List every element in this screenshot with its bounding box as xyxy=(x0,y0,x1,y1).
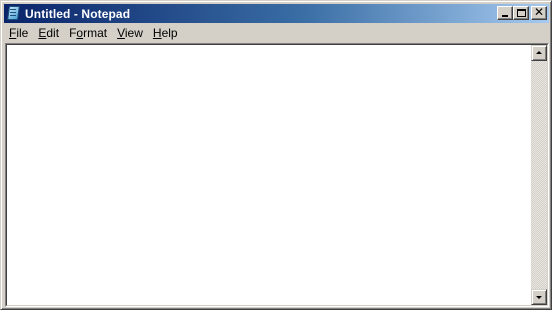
menu-view-rest: iew xyxy=(124,26,143,40)
scroll-down-button[interactable] xyxy=(531,289,547,305)
menu-bar: File Edit Format View Help xyxy=(4,24,549,42)
editor-frame xyxy=(5,43,549,307)
window-title: Untitled - Notepad xyxy=(25,6,131,21)
notepad-window: Untitled - Notepad ✕ File Edit Format Vi… xyxy=(0,0,552,310)
menu-format-rest: rmat xyxy=(83,26,108,40)
menu-view-accel: V xyxy=(117,26,125,40)
text-editor[interactable] xyxy=(7,45,531,305)
window-controls: ✕ xyxy=(497,6,547,20)
arrow-up-icon xyxy=(536,51,542,54)
menu-help[interactable]: Help xyxy=(148,24,183,42)
maximize-icon xyxy=(517,9,526,17)
notepad-icon[interactable] xyxy=(6,6,21,21)
minimize-icon xyxy=(502,15,508,17)
arrow-down-icon xyxy=(536,296,542,299)
vertical-scrollbar[interactable] xyxy=(531,45,547,305)
menu-view[interactable]: View xyxy=(112,24,148,42)
maximize-button[interactable] xyxy=(513,6,529,20)
title-bar[interactable]: Untitled - Notepad ✕ xyxy=(4,4,549,23)
scroll-up-button[interactable] xyxy=(531,45,547,61)
menu-file[interactable]: File xyxy=(4,24,33,42)
menu-edit-rest: dit xyxy=(46,26,60,40)
menu-help-rest: elp xyxy=(161,26,178,40)
notepad-icon-lines xyxy=(10,9,16,10)
menu-format[interactable]: Format xyxy=(64,24,112,42)
close-button[interactable]: ✕ xyxy=(531,6,547,20)
minimize-button[interactable] xyxy=(497,6,513,20)
menu-edit[interactable]: Edit xyxy=(33,24,64,42)
close-icon: ✕ xyxy=(533,5,545,19)
menu-file-rest: ile xyxy=(16,26,29,40)
editor-inner xyxy=(6,44,548,306)
menu-help-accel: H xyxy=(152,26,162,40)
